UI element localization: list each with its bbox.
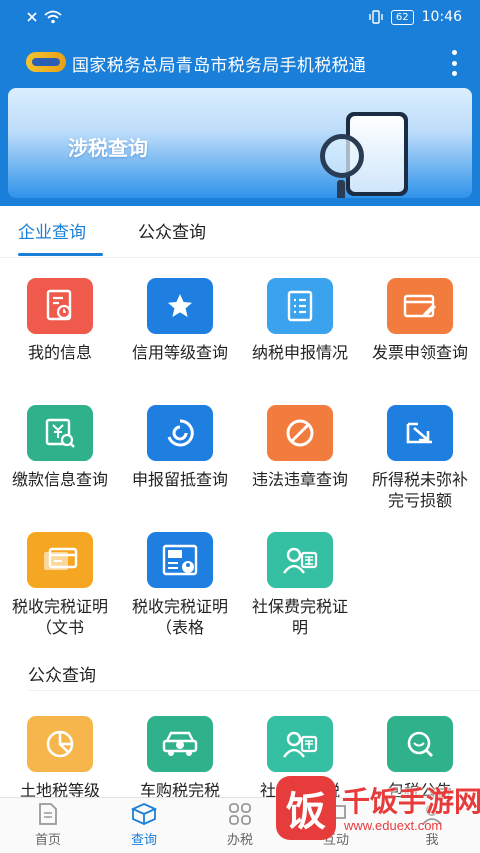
grid-item-label: 税收完税证明（文书 xyxy=(11,597,108,637)
wifi-icon xyxy=(44,10,62,24)
grid-item-label: 我的信息 xyxy=(27,343,92,362)
grid-item-credit-rating[interactable]: 信用等级查询 xyxy=(120,278,240,384)
car-tax-icon xyxy=(147,716,213,772)
document-clock-icon xyxy=(27,278,93,334)
social-insurance-icon xyxy=(267,716,333,772)
yuan-search-icon xyxy=(27,405,93,461)
banner[interactable]: 涉税查询 xyxy=(8,88,472,198)
section-divider xyxy=(28,690,480,691)
box-icon xyxy=(131,802,157,826)
status-right: 62 10:46 xyxy=(369,9,462,25)
grid-item-label: 纳税申报情况 xyxy=(251,343,348,362)
banner-title: 涉税查询 xyxy=(68,136,148,160)
status-left xyxy=(26,10,62,24)
status-bar: 62 10:46 xyxy=(0,0,480,38)
app-logo-icon xyxy=(26,52,66,72)
grid-item-invoice-request[interactable]: 发票申领查询 xyxy=(360,278,480,384)
grid-item-label: 所得税未弥补完亏损额 xyxy=(371,470,468,510)
query-tabs: 企业查询 公众查询 xyxy=(0,206,480,258)
grid-item-social-insurance-certificate[interactable]: 社保费完税证明 xyxy=(240,532,360,638)
grid-item-label: 税收完税证明（表格 xyxy=(131,597,228,637)
watermark-badge: 饭 xyxy=(276,776,336,840)
magnifier-handle xyxy=(337,180,345,198)
status-time: 10:46 xyxy=(421,9,462,25)
app-header: 国家税务总局青岛市税务局手机税税通 xyxy=(0,38,480,86)
form-icon xyxy=(267,278,333,334)
nav-item-home[interactable]: 首页 xyxy=(0,802,96,848)
search-chat-icon xyxy=(387,716,453,772)
watermark-url: www.eduext.com xyxy=(344,818,443,833)
battery-level: 62 xyxy=(390,9,414,25)
grid-item-my-info[interactable]: 我的信息 xyxy=(0,278,120,384)
invoice-pen-icon xyxy=(387,278,453,334)
nav-label: 首页 xyxy=(34,833,61,848)
cycle-icon xyxy=(147,405,213,461)
home-doc-icon xyxy=(35,802,61,826)
grid-item-payment-info[interactable]: 缴款信息查询 xyxy=(0,405,120,511)
tab-public-query[interactable]: 公众查询 xyxy=(138,218,206,243)
grid-item-label: 信用等级查询 xyxy=(131,343,228,362)
arrow-down-right-icon xyxy=(387,405,453,461)
active-tab-indicator xyxy=(18,253,103,256)
card-icon xyxy=(27,532,93,588)
grid-item-income-tax-loss[interactable]: 所得税未弥补完亏损额 xyxy=(360,405,480,511)
nav-label: 查询 xyxy=(130,833,157,848)
grid-item-label: 社保费完税证明 xyxy=(251,597,348,637)
grid-item-credit-offset[interactable]: 申报留抵查询 xyxy=(120,405,240,511)
grid-item-label: 缴款信息查询 xyxy=(11,470,108,489)
grid-item-tax-certificate-doc[interactable]: 税收完税证明（文书 xyxy=(0,532,120,638)
certificate-person-icon xyxy=(147,532,213,588)
watermark: 饭 千饭手游网 www.eduext.com xyxy=(268,768,480,853)
section-title-public-query: 公众查询 xyxy=(28,666,96,686)
grid-item-tax-filing[interactable]: 纳税申报情况 xyxy=(240,278,360,384)
prohibited-icon xyxy=(267,405,333,461)
grid-item-violations[interactable]: 违法违章查询 xyxy=(240,405,360,511)
magnifier-illustration-icon xyxy=(320,134,364,178)
signal-icon xyxy=(27,12,37,22)
tab-enterprise-query[interactable]: 企业查询 xyxy=(18,218,86,243)
grid-item-label: 申报留抵查询 xyxy=(131,470,228,489)
pie-chart-icon xyxy=(27,716,93,772)
grid-item-label: 发票申领查询 xyxy=(371,343,468,362)
grid-item-tax-certificate-form[interactable]: 税收完税证明（表格 xyxy=(120,532,240,638)
banner-area: 涉税查询 xyxy=(0,86,480,206)
nav-item-query[interactable]: 查询 xyxy=(96,802,192,848)
more-menu-icon[interactable] xyxy=(450,50,458,76)
vibrate-icon xyxy=(369,10,383,24)
grid-icon xyxy=(227,802,253,826)
social-insurance-icon xyxy=(267,532,333,588)
grid-item-label: 违法违章查询 xyxy=(251,470,348,489)
app-title: 国家税务总局青岛市税务局手机税税通 xyxy=(72,56,367,76)
watermark-title: 千饭手游网 xyxy=(342,785,480,818)
star-icon xyxy=(147,278,213,334)
